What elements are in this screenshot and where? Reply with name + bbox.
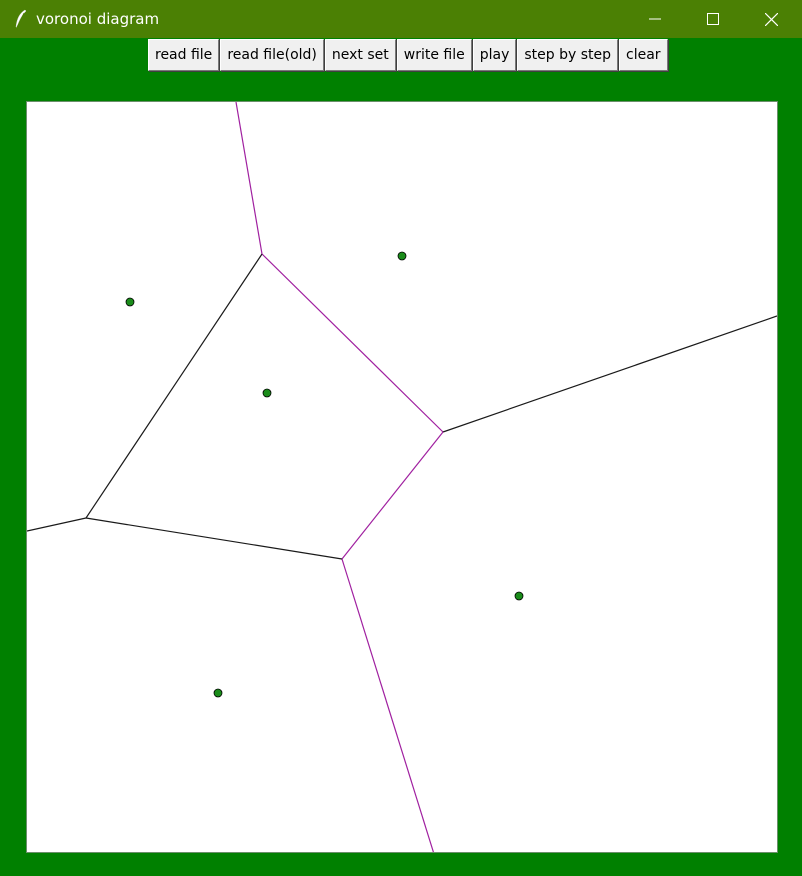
site-3 [262, 388, 272, 398]
edge-far-left [27, 517, 87, 532]
play-button[interactable]: play [472, 39, 517, 71]
minimize-button[interactable] [626, 0, 684, 38]
next-set-button[interactable]: next set [324, 39, 396, 71]
feather-icon [15, 9, 27, 28]
app-window: voronoi diagram read file read file(old)… [0, 0, 802, 876]
write-file-button[interactable]: write file [396, 39, 472, 71]
site-5 [213, 688, 223, 698]
site-4 [514, 591, 524, 601]
step-by-step-button[interactable]: step by step [517, 39, 619, 71]
edge-middle-diagonal [341, 431, 444, 560]
window-title: voronoi diagram [36, 10, 160, 28]
edge-bottom [341, 558, 435, 852]
drawing-canvas[interactable] [26, 101, 778, 853]
edge-upper-diagonal [261, 253, 444, 433]
read-file-old-button[interactable]: read file(old) [220, 39, 324, 71]
site-2 [397, 251, 407, 261]
close-icon [764, 12, 778, 26]
clear-button[interactable]: clear [619, 39, 668, 71]
edge-left-lower [85, 517, 343, 560]
toolbar: read file read file(old) next set write … [148, 39, 669, 71]
edge-top [235, 102, 263, 255]
title-bar[interactable]: voronoi diagram [0, 0, 802, 38]
maximize-button[interactable] [684, 0, 742, 38]
edge-left-upper [85, 253, 263, 519]
edge-right [442, 315, 777, 433]
minimize-icon [649, 18, 661, 20]
close-button[interactable] [742, 0, 800, 38]
read-file-button[interactable]: read file [148, 39, 220, 71]
voronoi-diagram [27, 102, 777, 852]
maximize-icon [707, 13, 719, 25]
site-1 [125, 297, 135, 307]
